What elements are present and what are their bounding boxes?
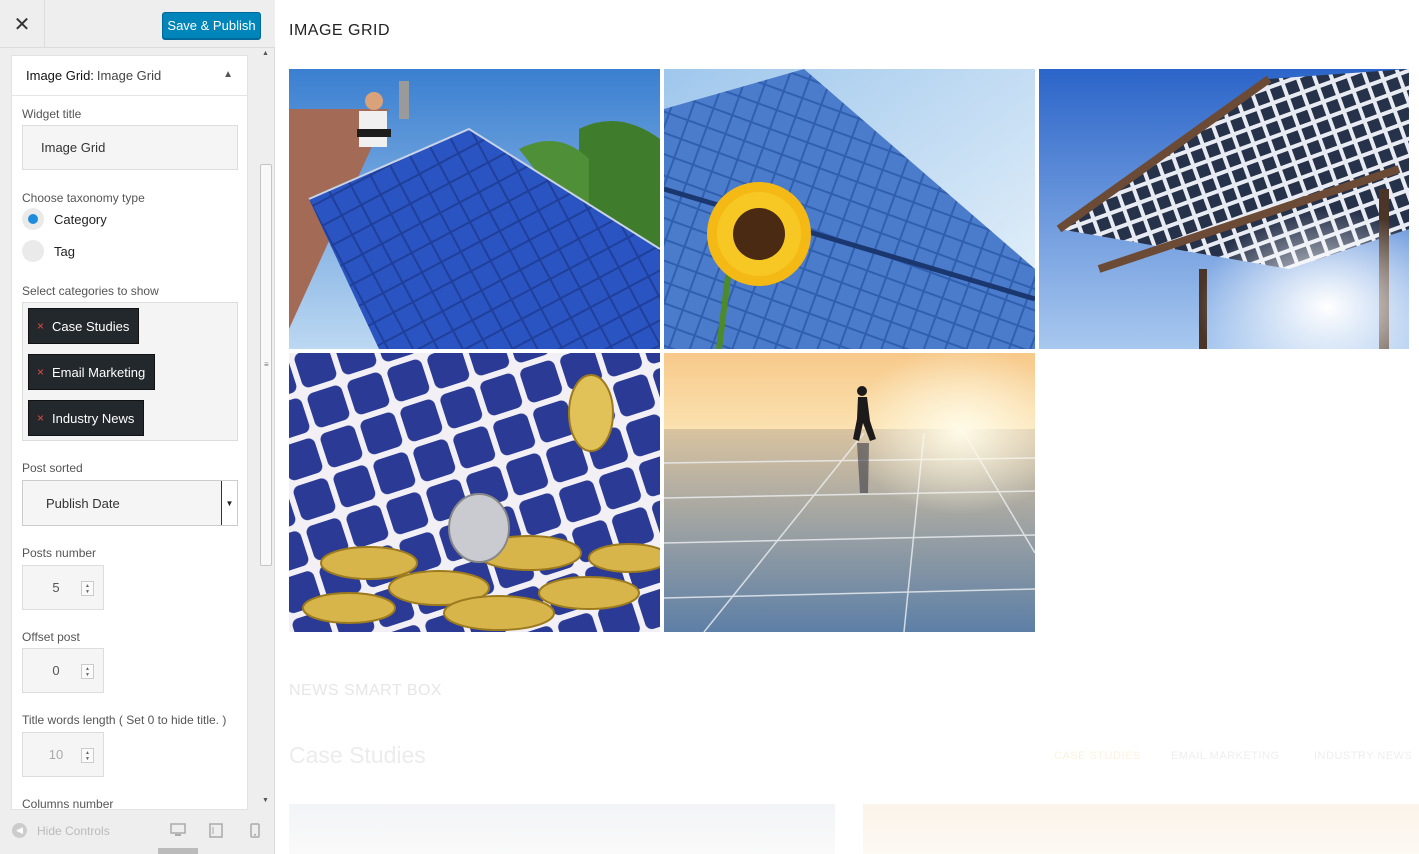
sidebar-scrollbar[interactable]: ▲ ≡ ▼	[258, 48, 274, 810]
dropdown-arrow-icon[interactable]: ▼	[221, 481, 237, 525]
save-publish-button[interactable]: Save & Publish	[162, 12, 261, 39]
posts-number-input[interactable]: 5 ▲ ▼	[22, 565, 104, 610]
grid-image-solar-roof[interactable]	[289, 69, 660, 349]
close-button[interactable]: ✕	[0, 0, 45, 48]
post-sorted-label: Post sorted	[22, 461, 83, 475]
scroll-down-arrow-icon[interactable]: ▼	[262, 797, 269, 804]
desktop-icon[interactable]	[170, 823, 186, 842]
post-sorted-value: Publish Date	[46, 495, 120, 511]
scrollbar-thumb[interactable]: ≡	[260, 164, 272, 566]
customizer-footer: ◀ Hide Controls	[0, 812, 275, 854]
tab-email-marketing[interactable]: EMAIL MARKETING	[1171, 750, 1280, 762]
post-sorted-select[interactable]: Publish Date ▼	[22, 480, 238, 526]
category-tag: × Industry News	[28, 400, 145, 436]
taxonomy-option-category[interactable]: Category	[22, 208, 107, 230]
taxonomy-option-label: Tag	[54, 243, 75, 259]
taxonomy-label: Choose taxonomy type	[22, 191, 145, 205]
taxonomy-option-label: Category	[54, 211, 107, 227]
offset-post-label: Offset post	[22, 630, 80, 644]
posts-number-label: Posts number	[22, 546, 97, 560]
customizer-header: ✕ Save & Publish	[0, 0, 275, 48]
close-icon: ✕	[13, 13, 31, 36]
remove-tag-icon[interactable]: ×	[37, 411, 44, 425]
categories-multiselect[interactable]: × Case Studies × Email Marketing × Indus…	[22, 302, 238, 441]
categories-label: Select categories to show	[22, 284, 159, 298]
tablet-icon[interactable]	[209, 823, 223, 843]
number-spinner-icon[interactable]: ▲ ▼	[81, 748, 94, 763]
site-preview: IMAGE GRID NEWS SMART BOX Case Studies C…	[276, 0, 1419, 854]
widget-panel-header[interactable]: Image Grid: Image Grid ▲	[12, 56, 247, 96]
grid-image-coins[interactable]	[289, 353, 660, 632]
scroll-grip-icon: ≡	[264, 360, 269, 369]
widget-title-input[interactable]: Image Grid	[22, 125, 238, 170]
grid-image-sunflower[interactable]	[664, 69, 1035, 349]
news-thumbnail[interactable]	[289, 804, 835, 854]
number-spinner-icon[interactable]: ▲ ▼	[81, 581, 94, 596]
widget-type-label: Image Grid:	[26, 68, 94, 83]
columns-number-label: Columns number	[22, 797, 114, 810]
news-smart-box-title: NEWS SMART BOX	[289, 682, 443, 699]
hide-controls-button[interactable]: ◀ Hide Controls	[12, 823, 110, 838]
widget-name-label: Image Grid	[96, 68, 162, 83]
collapse-arrow-icon[interactable]: ▲	[223, 69, 233, 80]
category-tag: × Email Marketing	[28, 354, 156, 390]
posts-number-value: 5	[52, 580, 60, 595]
image-grid-title: IMAGE GRID	[289, 22, 391, 39]
offset-post-value: 0	[52, 663, 60, 678]
news-category-heading: Case Studies	[289, 742, 426, 768]
title-words-input[interactable]: 10 ▲ ▼	[22, 732, 104, 777]
category-tag-label: Email Marketing	[52, 364, 146, 380]
category-tag-label: Industry News	[52, 410, 135, 426]
number-spinner-icon[interactable]: ▲ ▼	[81, 664, 94, 679]
widget-panel: Image Grid: Image Grid ▲ Widget title Im…	[11, 55, 248, 810]
category-tag: × Case Studies	[28, 308, 140, 344]
active-device-indicator	[158, 848, 198, 854]
tab-case-studies[interactable]: CASE STUDIES	[1054, 750, 1141, 762]
widget-title-label: Widget title	[22, 107, 82, 121]
scroll-up-arrow-icon[interactable]: ▲	[262, 50, 269, 57]
grid-image-runner[interactable]	[664, 353, 1035, 632]
radio-unchecked-icon[interactable]	[22, 240, 44, 262]
grid-image-solar-canopy[interactable]	[1039, 69, 1409, 349]
title-words-label: Title words length ( Set 0 to hide title…	[22, 713, 227, 727]
taxonomy-option-tag[interactable]: Tag	[22, 240, 75, 262]
offset-post-input[interactable]: 0 ▲ ▼	[22, 648, 104, 693]
collapse-left-icon: ◀	[12, 823, 27, 838]
customizer-app: ✕ Save & Publish Image Grid: Image Grid …	[0, 0, 1419, 854]
radio-checked-icon[interactable]	[22, 208, 44, 230]
remove-tag-icon[interactable]: ×	[37, 319, 44, 333]
customizer-sidebar: ✕ Save & Publish Image Grid: Image Grid …	[0, 0, 275, 854]
remove-tag-icon[interactable]: ×	[37, 365, 44, 379]
mobile-icon[interactable]	[250, 823, 260, 843]
category-tag-label: Case Studies	[52, 318, 130, 334]
title-words-value: 10	[48, 747, 64, 762]
news-thumbnail[interactable]	[863, 804, 1419, 854]
hide-controls-label: Hide Controls	[37, 823, 110, 838]
tab-industry-news[interactable]: INDUSTRY NEWS	[1314, 750, 1412, 762]
